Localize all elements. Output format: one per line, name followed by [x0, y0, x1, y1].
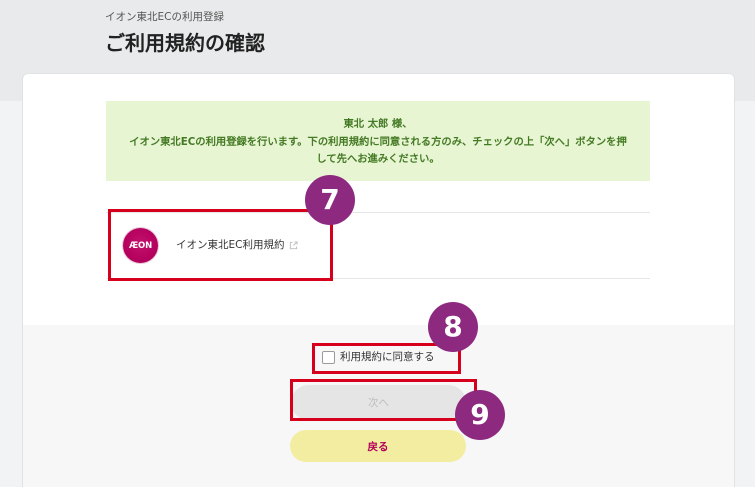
notice-greeting: 東北 太郎 様、: [343, 118, 413, 130]
notice-box: 東北 太郎 様、 イオン東北ECの利用登録を行います。下の利用規約に同意される方…: [106, 101, 650, 181]
annotation-box-7: [108, 209, 333, 281]
annotation-box-9: [290, 379, 477, 421]
notice-message-line-1: イオン東北ECの利用登録を行います。下の利用規約に同意される方のみ、チェックの上…: [129, 135, 627, 148]
annotation-badge-8: 8: [428, 302, 478, 352]
annotation-badge-9: 9: [455, 390, 505, 440]
back-button[interactable]: 戻る: [290, 430, 466, 462]
page-title: ご利用規約の確認: [105, 31, 265, 55]
page-subtitle: イオン東北ECの利用登録: [105, 11, 224, 23]
notice-message-line-2: して先へお進みください。: [316, 153, 440, 165]
annotation-badge-7: 7: [305, 175, 355, 225]
